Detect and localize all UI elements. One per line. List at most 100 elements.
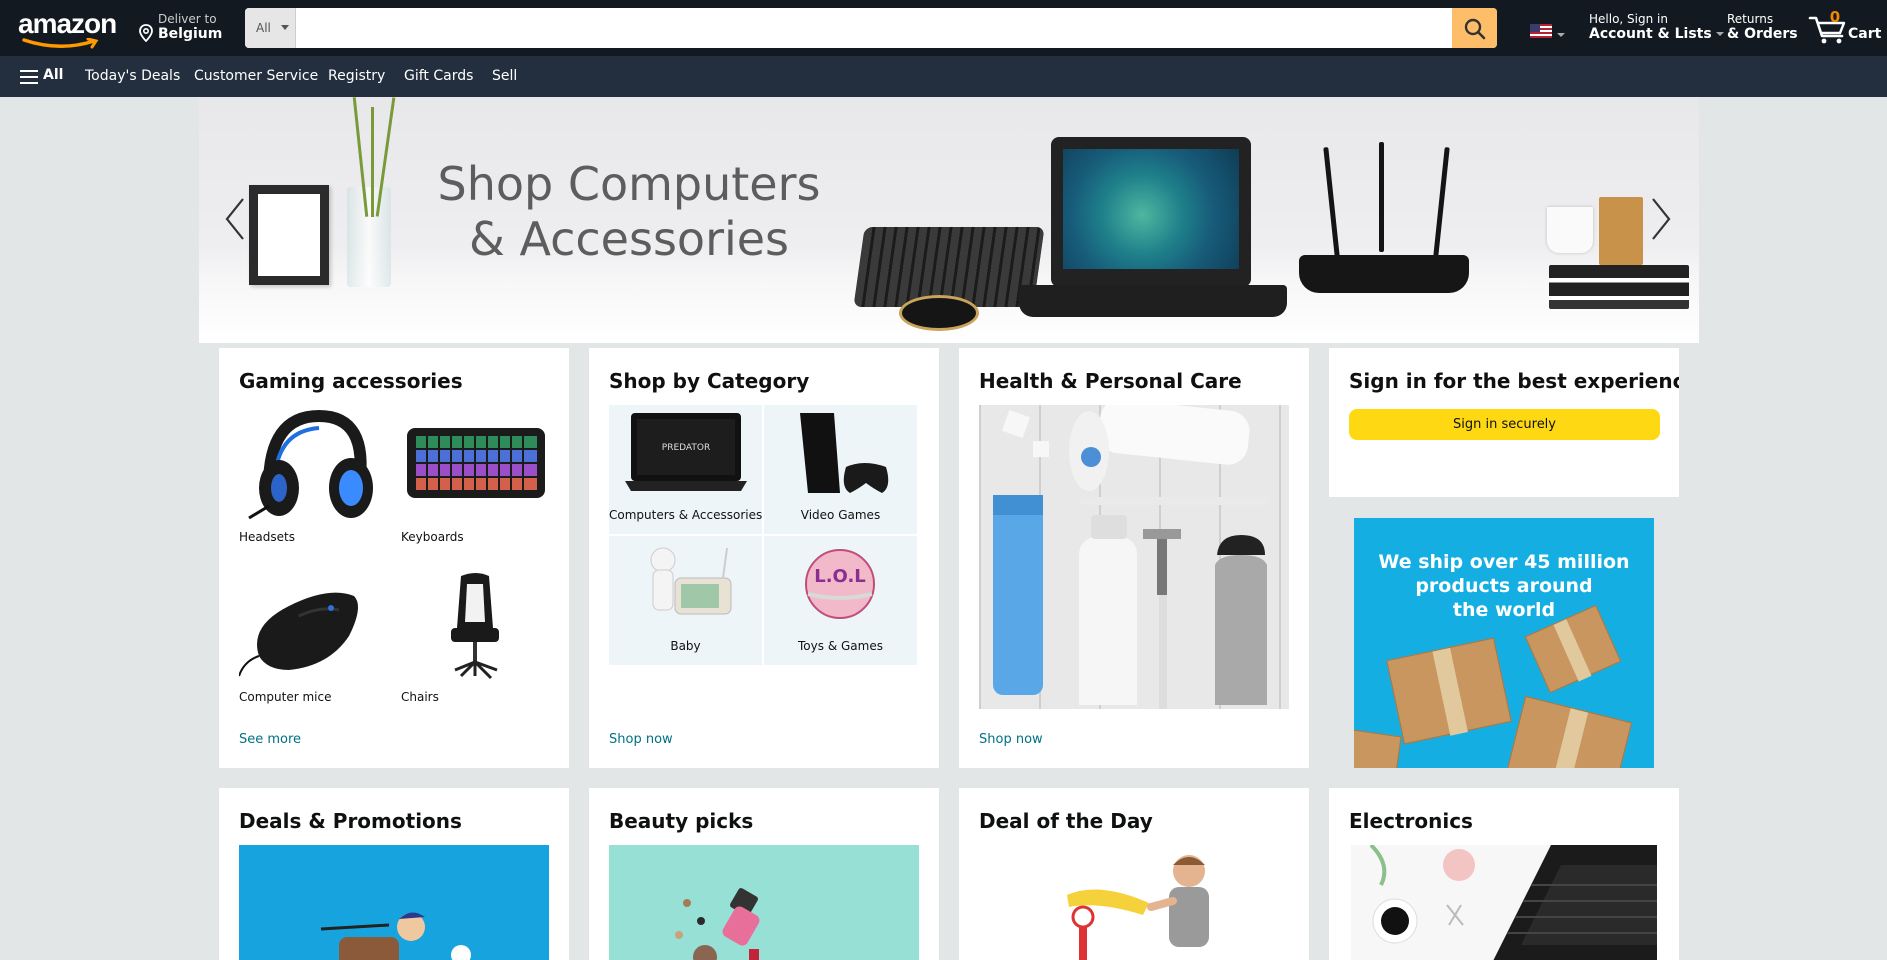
category-tile-toys-games[interactable]: L.O.L Toys & Games	[764, 536, 917, 665]
card-title: Shop by Category	[609, 369, 810, 393]
caret-down-icon	[281, 25, 289, 30]
gaming-chair-image	[451, 573, 499, 680]
us-flag-icon[interactable]	[1530, 24, 1552, 38]
search-input[interactable]	[296, 8, 1446, 48]
card-deal-of-the-day: Deal of the Day	[959, 788, 1309, 960]
cart-link[interactable]: 0 Cart	[1808, 8, 1882, 46]
hero-carousel[interactable]: Shop Computers & Accessories	[199, 97, 1699, 343]
logo-smile-icon	[22, 38, 99, 49]
card-title: Beauty picks	[609, 809, 754, 833]
vase-illustration	[347, 187, 391, 287]
cup-illustration	[1547, 207, 1593, 253]
keyboard-image	[407, 428, 545, 498]
quad-item-keyboards[interactable]: Keyboards	[401, 406, 546, 556]
search-category-label: All	[256, 21, 271, 35]
hero-title-line1: Shop Computers	[437, 157, 821, 211]
card-title: Sign in for the best experience	[1349, 369, 1679, 393]
beauty-image[interactable]	[609, 845, 919, 960]
baby-monitor-image	[650, 547, 732, 615]
deals-image[interactable]	[239, 845, 549, 960]
pencil-holder-illustration	[1599, 197, 1643, 265]
electronics-illustration	[1369, 843, 1657, 960]
shop-now-link[interactable]: Shop now	[979, 732, 1043, 747]
shop-now-link[interactable]: Shop now	[609, 732, 673, 747]
svg-text:L.O.L: L.O.L	[814, 566, 866, 587]
category-caption: Toys & Games	[798, 639, 883, 653]
mouse-image	[238, 592, 358, 677]
all-menu-label: All	[43, 67, 64, 83]
router-illustration	[1299, 255, 1469, 293]
deliver-label: Deliver to	[158, 12, 217, 26]
caret-down-icon	[1715, 32, 1724, 36]
laptop-image: PREDATOR	[625, 413, 747, 491]
laptop-base-illustration	[1019, 285, 1287, 317]
chevron-right-icon[interactable]	[1649, 197, 1673, 241]
search-button[interactable]	[1452, 8, 1497, 48]
toy-ball-image: L.O.L	[805, 549, 875, 619]
mouse-illustration	[899, 295, 979, 331]
plant-stem	[371, 107, 374, 217]
search-category-select[interactable]: All	[245, 8, 296, 48]
card-beauty-picks: Beauty picks	[589, 788, 939, 960]
photo-frame-illustration	[249, 185, 329, 285]
card-deals-promotions: Deals & Promotions	[219, 788, 569, 960]
see-more-link[interactable]: See more	[239, 732, 301, 747]
category-tile-computers[interactable]: PREDATOR Computers & Accessories	[609, 405, 762, 534]
quad-caption: Computer mice	[239, 690, 332, 704]
card-sign-in: Sign in for the best experience Sign in …	[1329, 348, 1679, 497]
category-caption: Baby	[670, 639, 701, 653]
cart-label: Cart	[1848, 26, 1882, 42]
quad-caption: Keyboards	[401, 530, 464, 544]
promo-line1: We ship over 45 million	[1378, 551, 1630, 573]
sub-nav: All Today's Deals Customer Service Regis…	[0, 56, 1887, 97]
account-greeting: Hello, Sign in	[1589, 12, 1668, 26]
returns-orders-link[interactable]: Returns & Orders	[1727, 12, 1798, 42]
quad-caption: Headsets	[239, 530, 295, 544]
nav-link-customer-service[interactable]: Customer Service	[194, 68, 318, 84]
account-lists-menu[interactable]: Hello, Sign in Account & Lists	[1589, 12, 1724, 42]
orders-label: & Orders	[1727, 26, 1798, 42]
card-electronics: Electronics	[1329, 788, 1679, 960]
nav-link-registry[interactable]: Registry	[328, 68, 385, 84]
amazon-logo[interactable]: amazon	[18, 8, 118, 49]
card-title: Gaming accessories	[239, 369, 463, 393]
card-health-personal-care: Health & Personal Care Shop now	[959, 348, 1309, 768]
nav-link-todays-deals[interactable]: Today's Deals	[85, 68, 180, 84]
account-lists-label: Account & Lists	[1589, 26, 1712, 42]
search-icon	[1464, 18, 1486, 40]
promo-line2: products around	[1415, 575, 1593, 597]
hero-title-line2: & Accessories	[468, 212, 790, 266]
headset-image	[248, 409, 373, 520]
quad-item-chairs[interactable]: Chairs	[401, 566, 546, 716]
sign-in-button[interactable]: Sign in securely	[1349, 409, 1660, 440]
hero-title: Shop Computers & Accessories	[429, 157, 829, 267]
search-bar: All	[245, 8, 1497, 48]
category-caption: Video Games	[800, 508, 881, 522]
nav-link-sell[interactable]: Sell	[492, 68, 517, 84]
returns-label: Returns	[1727, 12, 1774, 26]
svg-text:PREDATOR: PREDATOR	[662, 443, 710, 453]
notebooks-illustration	[1549, 265, 1689, 309]
top-nav: amazon Deliver to Belgium All Hello, Sig…	[0, 0, 1887, 56]
deliver-country: Belgium	[158, 26, 223, 42]
category-tile-video-games[interactable]: Video Games	[764, 405, 917, 534]
laptop-illustration	[1051, 137, 1251, 287]
nav-link-gift-cards[interactable]: Gift Cards	[404, 68, 473, 84]
box-illustration	[1505, 695, 1633, 768]
card-gaming-accessories: Gaming accessories Headsets Keyboards Co…	[219, 348, 569, 768]
card-title: Health & Personal Care	[979, 369, 1242, 393]
electronics-image[interactable]	[1351, 843, 1657, 960]
beauty-illustration	[675, 888, 760, 960]
router-antenna	[1433, 147, 1450, 257]
quad-item-computer-mice[interactable]: Computer mice	[238, 566, 384, 716]
card-shop-by-category: Shop by Category PREDATOR Computers & Ac…	[589, 348, 939, 768]
quad-item-headsets[interactable]: Headsets	[239, 406, 384, 556]
language-caret-icon	[1557, 33, 1565, 37]
logo-text: amazon	[18, 8, 117, 39]
box-illustration	[1386, 637, 1512, 745]
deal-of-day-image[interactable]	[979, 845, 1289, 960]
category-tile-baby[interactable]: Baby	[609, 536, 762, 665]
health-products-image[interactable]	[979, 399, 1289, 709]
chevron-left-icon[interactable]	[223, 197, 247, 241]
shipping-promo-banner[interactable]: We ship over 45 million products around …	[1354, 518, 1654, 768]
